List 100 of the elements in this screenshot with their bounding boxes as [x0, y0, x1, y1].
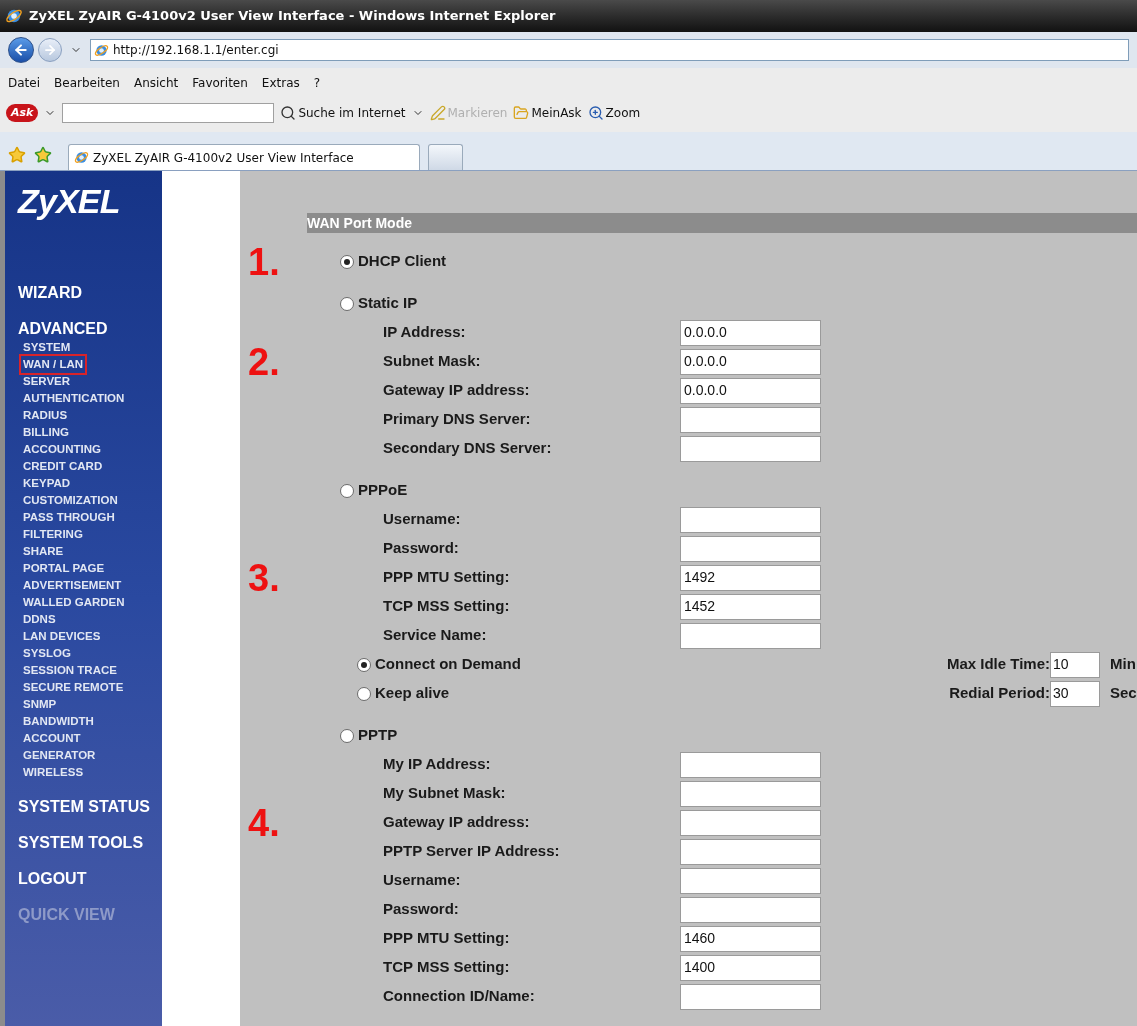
input-field[interactable]: 1492 — [680, 564, 821, 591]
nav-heading[interactable]: SYSTEM STATUS — [18, 797, 150, 817]
nav-item[interactable]: WIRELESS — [21, 764, 86, 781]
toolbar-button[interactable]: Zoom — [587, 104, 641, 122]
menu-item[interactable]: Ansicht — [133, 74, 179, 92]
nav-item[interactable]: KEYPAD — [21, 475, 73, 492]
input-field[interactable] — [680, 506, 821, 533]
toolbar-button[interactable]: Suche im Internet — [280, 104, 406, 122]
radio-button[interactable] — [357, 657, 371, 672]
input-field[interactable]: 10 — [1050, 651, 1100, 678]
address-field[interactable]: http://192.168.1.1/enter.cgi — [90, 39, 1129, 61]
toolbar-button[interactable]: MeinAsk — [513, 104, 582, 122]
field-label: Service Name: — [383, 625, 488, 646]
nav-item[interactable]: CREDIT CARD — [21, 458, 105, 475]
field-label: Connection ID/Name: — [383, 986, 536, 1007]
input-field[interactable] — [680, 435, 821, 462]
browser-tab[interactable]: ZyXEL ZyAIR G-4100v2 User View Interface — [68, 144, 420, 170]
option-label: DHCP Client — [358, 251, 447, 272]
input-field[interactable]: 30 — [1050, 680, 1100, 707]
field-label: Gateway IP address: — [383, 380, 531, 401]
nav-heading[interactable]: WIZARD — [18, 283, 82, 303]
input-field[interactable]: 0.0.0.0 — [680, 348, 821, 375]
field-label: PPP MTU Setting: — [383, 928, 511, 949]
radio-button[interactable] — [357, 686, 371, 701]
nav-heading[interactable]: ADVANCED — [18, 319, 108, 339]
radio-button[interactable] — [340, 483, 354, 498]
input-field[interactable]: 1400 — [680, 954, 821, 981]
step-number: 1. — [248, 243, 280, 281]
nav-heading[interactable]: SYSTEM TOOLS — [18, 833, 144, 853]
input-field[interactable] — [680, 780, 821, 807]
option-label: PPPoE — [358, 480, 408, 501]
input-field[interactable] — [680, 809, 821, 836]
input-field[interactable] — [680, 535, 821, 562]
nav-item[interactable]: SYSLOG — [21, 645, 73, 662]
field-label: Subnet Mask: — [383, 351, 482, 372]
field-label: PPTP Server IP Address: — [383, 841, 561, 862]
nav-item[interactable]: LAN DEVICES — [21, 628, 103, 645]
nav-item[interactable]: ACCOUNTING — [21, 441, 103, 458]
input-field[interactable] — [680, 867, 821, 894]
nav-item[interactable]: SNMP — [21, 696, 59, 713]
nav-item[interactable]: SECURE REMOTE — [21, 679, 126, 696]
step-number: 2. — [248, 343, 280, 381]
nav-item[interactable]: SESSION TRACE — [21, 662, 119, 679]
input-field[interactable] — [680, 838, 821, 865]
radio-button[interactable] — [340, 254, 354, 269]
nav-item[interactable]: SERVER — [21, 373, 73, 390]
field-label: My Subnet Mask: — [383, 783, 507, 804]
nav-item[interactable]: BILLING — [21, 424, 71, 441]
browser-icon — [74, 150, 89, 165]
browser-icon — [5, 7, 23, 25]
nav-item[interactable]: SYSTEM — [21, 339, 73, 356]
step-number: 4. — [248, 804, 280, 842]
field-label: Secondary DNS Server: — [383, 438, 553, 459]
input-field[interactable] — [680, 406, 821, 433]
nav-item[interactable]: DDNS — [21, 611, 58, 628]
input-field[interactable]: 0.0.0.0 — [680, 377, 821, 404]
radio-button[interactable] — [340, 728, 354, 743]
nav-heading[interactable]: LOGOUT — [18, 869, 87, 889]
nav-item[interactable]: WAN / LAN — [21, 356, 86, 373]
option-label: PPTP — [358, 725, 398, 746]
input-field[interactable]: 1460 — [680, 925, 821, 952]
option-label: Keep alive — [375, 683, 450, 704]
field-label: IP Address: — [383, 322, 467, 343]
input-field[interactable] — [680, 622, 821, 649]
nav-item[interactable]: RADIUS — [21, 407, 70, 424]
menu-item[interactable]: Extras — [261, 74, 300, 92]
field-label: TCP MSS Setting: — [383, 596, 511, 617]
nav-item[interactable]: ACCOUNT — [21, 730, 83, 747]
ask-logo[interactable]: Ask — [6, 104, 39, 122]
option-label: Connect on Demand — [375, 654, 521, 675]
nav-item[interactable]: PORTAL PAGE — [21, 560, 107, 577]
menu-item[interactable]: Bearbeiten — [54, 74, 120, 92]
field-label: TCP MSS Setting: — [383, 957, 511, 978]
nav-item[interactable]: SHARE — [21, 543, 66, 560]
input-field[interactable]: 0.0.0.0 — [680, 319, 821, 346]
nav-item[interactable]: GENERATOR — [21, 747, 98, 764]
input-field[interactable] — [680, 983, 821, 1010]
new-tab-button[interactable] — [428, 144, 463, 170]
browser-icon — [94, 42, 109, 58]
nav-item[interactable]: BANDWIDTH — [21, 713, 96, 730]
nav-item[interactable]: CUSTOMIZATION — [21, 492, 120, 509]
nav-item[interactable]: WALLED GARDEN — [21, 594, 127, 611]
nav-item[interactable]: ADVERTISEMENT — [21, 577, 124, 594]
add-favorite-icon[interactable] — [34, 146, 52, 164]
menu-item[interactable]: Favoriten — [192, 74, 248, 92]
input-field[interactable] — [680, 896, 821, 923]
nav-item[interactable]: AUTHENTICATION — [21, 390, 127, 407]
field-label: My IP Address: — [383, 754, 492, 775]
field-label: Username: — [383, 509, 462, 530]
menu-item[interactable]: ? — [313, 74, 321, 92]
search-field[interactable] — [62, 103, 275, 123]
nav-item[interactable]: PASS THROUGH — [21, 509, 117, 526]
menu-item[interactable]: Datei — [8, 74, 40, 92]
radio-button[interactable] — [340, 296, 354, 311]
nav-item[interactable]: FILTERING — [21, 526, 85, 543]
input-field[interactable] — [680, 751, 821, 778]
field-label: PPP MTU Setting: — [383, 567, 511, 588]
favorites-star-icon[interactable] — [8, 146, 26, 164]
input-field[interactable]: 1452 — [680, 593, 821, 620]
back-button[interactable] — [8, 37, 34, 63]
